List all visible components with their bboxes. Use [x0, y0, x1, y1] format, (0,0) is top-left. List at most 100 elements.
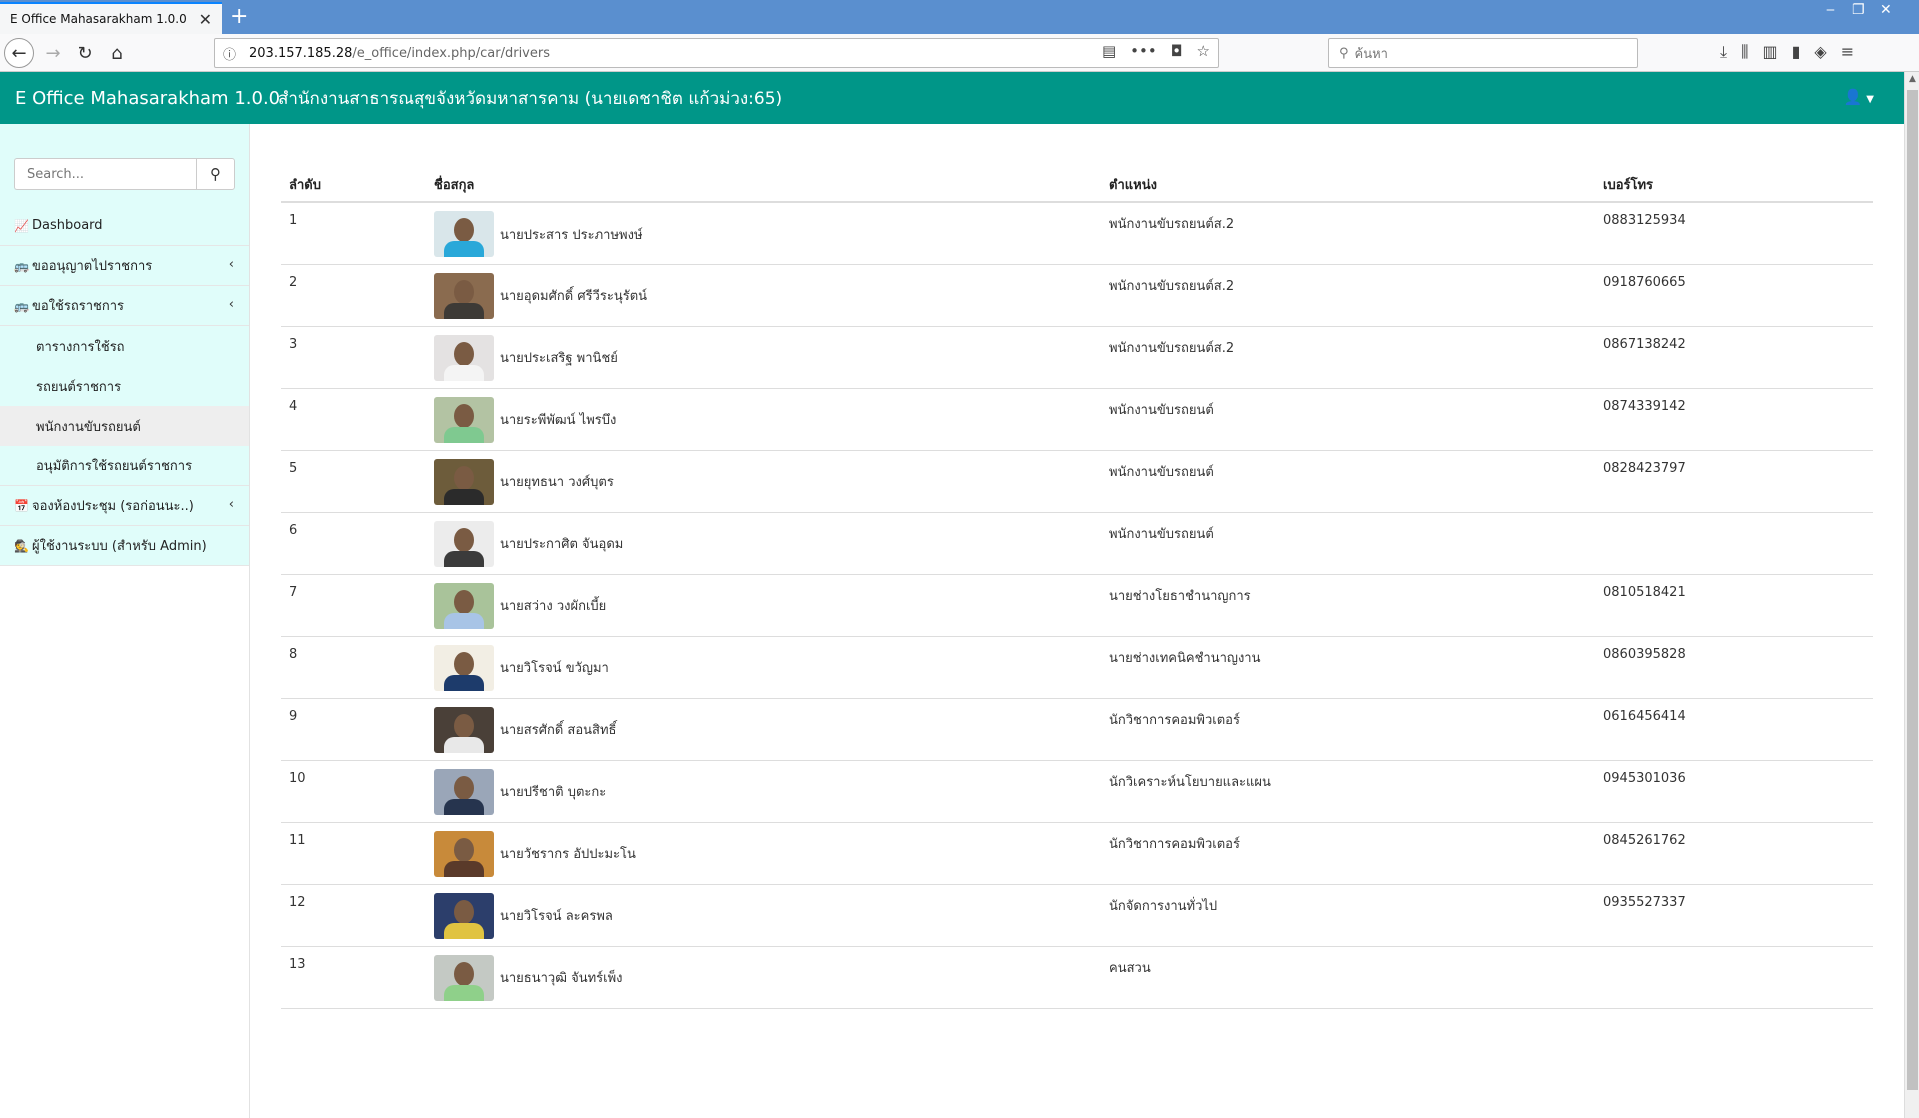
driver-name: นายธนาวุฒิ จันทร์เพ็ง — [500, 971, 623, 986]
minimize-icon[interactable]: ‒ — [1826, 2, 1835, 18]
tab-title: E Office Mahasarakham 1.0.0 — [10, 12, 187, 26]
close-window-icon[interactable]: ✕ — [1880, 2, 1892, 18]
more-actions-icon[interactable]: ••• — [1130, 42, 1157, 60]
calendar-icon: 📅 — [14, 498, 29, 513]
row-name-cell: นายระพีพัฒน์ ไพรบึง — [426, 388, 1101, 451]
close-tab-icon[interactable]: ✕ — [199, 10, 212, 29]
photo-body — [444, 922, 484, 939]
driver-position: นายช่างโยธาชำนาญการ — [1101, 574, 1595, 637]
sidebar-item-car-request[interactable]: 🚌 ขอใช้รถราชการ ‹ — [0, 286, 249, 326]
addon-icon[interactable]: ◈ — [1814, 42, 1826, 62]
row-name-cell: นายปรีชาติ บุตะกะ — [426, 760, 1101, 823]
sidebar-item-admin-users[interactable]: 🕵 ผู้ใช้งานระบบ (สำหรับ Admin) — [0, 526, 249, 566]
chevron-left-icon: ‹ — [228, 497, 234, 512]
sidebar-item-label: ขอใช้รถราชการ — [32, 299, 124, 314]
download-icon[interactable]: ⤓ — [1720, 42, 1727, 62]
row-name-cell: นายประกาศิต จันอุดม — [426, 512, 1101, 575]
driver-position: คนสวน — [1101, 946, 1595, 1009]
table-row: 3 นายประเสริฐ พานิชย์ พนักงานขับรถยนต์ส.2 0… — [281, 326, 1873, 389]
sidebar-search-input[interactable] — [14, 158, 196, 190]
driver-phone: 0616456414 — [1595, 698, 1873, 761]
photo-body — [444, 860, 484, 877]
driver-photo — [434, 334, 494, 381]
search-icon: ⚲ — [1339, 45, 1349, 61]
driver-name: นายระพีพัฒน์ ไพรบึง — [500, 413, 617, 428]
sidebar-item-meeting-room[interactable]: 📅 จองห้องประชุม (รอก่อนนะ..) ‹ — [0, 486, 249, 526]
photo-body — [444, 612, 484, 629]
new-tab-icon[interactable]: + — [230, 4, 248, 30]
table-row: 9 นายสรศักดิ์ สอนสิทธิ์ นักวิชาการคอมพิวเต… — [281, 698, 1873, 761]
brand-title[interactable]: E Office Mahasarakham 1.0.0 — [0, 88, 280, 109]
table-body: 1 นายประสาร ประภาษพงษ์ พนักงานขับรถยนต์ส.2… — [281, 202, 1873, 1009]
header-name: ชื่อสกุล — [426, 169, 1101, 203]
driver-phone — [1595, 512, 1873, 575]
restore-icon[interactable]: ❐ — [1852, 2, 1865, 18]
driver-name: นายวิโรจน์ ละครพล — [500, 909, 613, 924]
driver-name: นายประสาร ประภาษพงษ์ — [500, 227, 643, 243]
extension-icon[interactable]: ▮ — [1792, 42, 1801, 62]
chevron-left-icon: ‹ — [228, 257, 234, 272]
sidebar-item-dashboard[interactable]: 📈 Dashboard — [0, 206, 249, 246]
home-icon[interactable]: ⌂ — [104, 40, 130, 66]
sidebar-subitem-car-approval[interactable]: อนุมัติการใช้รถยนต์ราชการ — [0, 446, 249, 486]
sidebar-search-button[interactable]: ⚲ — [196, 158, 235, 190]
driver-photo — [434, 706, 494, 753]
scroll-thumb[interactable] — [1907, 90, 1918, 1090]
driver-phone: 0867138242 — [1595, 326, 1873, 389]
user-menu-button[interactable]: 👤 ▼ — [1844, 88, 1874, 106]
row-name-cell: นายวิโรจน์ ขวัญมา — [426, 636, 1101, 699]
scroll-up-icon[interactable]: ▲ — [1905, 74, 1919, 89]
back-icon[interactable]: ← — [4, 38, 34, 68]
browser-search-bar[interactable]: ⚲ ค้นหา — [1328, 38, 1638, 68]
drivers-table: ลำดับ ชื่อสกุล ตำแหน่ง เบอร์โทร 1 นายประส… — [281, 169, 1873, 1009]
row-number: 9 — [281, 698, 426, 761]
sidebar-item-travel-request[interactable]: 🚌 ขออนุญาตไปราชการ ‹ — [0, 246, 249, 286]
table-row: 6 นายประกาศิต จันอุดม พนักงานขับรถยนต์ — [281, 512, 1873, 575]
photo-body — [444, 674, 484, 691]
driver-phone: 0935527337 — [1595, 884, 1873, 947]
bus-icon: 🚌 — [14, 258, 29, 273]
table-row: 7 นายสว่าง วงผักเบี้ย นายช่างโยธาชำนาญการ 0… — [281, 574, 1873, 637]
row-number: 2 — [281, 264, 426, 327]
url-path: /e_office/index.php/car/drivers — [352, 45, 550, 61]
forward-icon[interactable]: → — [40, 40, 66, 66]
browser-nav-bar: ← → ↻ ⌂ ⓘ 203.157.185.28/e_office/index.… — [0, 34, 1919, 72]
driver-name: นายสว่าง วงผักเบี้ย — [500, 599, 607, 614]
library-icon[interactable]: ⫼ — [1741, 42, 1748, 62]
driver-photo — [434, 892, 494, 939]
info-icon[interactable]: ⓘ — [223, 44, 241, 63]
photo-head — [454, 899, 474, 924]
driver-photo — [434, 458, 494, 505]
photo-head — [454, 218, 474, 242]
search-icon: ⚲ — [210, 165, 221, 183]
driver-phone: 0874339142 — [1595, 388, 1873, 451]
row-name-cell: นายธนาวุฒิ จันทร์เพ็ง — [426, 946, 1101, 1009]
org-title: สำนักงานสาธารณสุขจังหวัดมหาสารคาม (นายเด… — [278, 88, 783, 109]
url-bar[interactable]: ⓘ 203.157.185.28/e_office/index.php/car/… — [214, 38, 1219, 68]
sidebar-subitem-cars[interactable]: รถยนต์ราชการ — [0, 366, 249, 406]
photo-body — [444, 241, 484, 257]
driver-position: นักวิชาการคอมพิวเตอร์ — [1101, 698, 1595, 761]
page-scrollbar[interactable]: ▲ — [1904, 72, 1919, 1118]
browser-tab[interactable]: E Office Mahasarakham 1.0.0 ✕ — [0, 2, 222, 34]
reader-view-icon[interactable]: ▤ — [1102, 42, 1116, 60]
bus-icon: 🚌 — [14, 298, 29, 313]
driver-position: นักวิเคราะห์นโยบายและแผน — [1101, 760, 1595, 823]
pocket-icon[interactable]: ◘ — [1171, 42, 1183, 60]
driver-position: พนักงานขับรถยนต์ — [1101, 388, 1595, 451]
sidebar-subitem-car-schedule[interactable]: ตารางการใช้รถ — [0, 326, 249, 366]
row-name-cell: นายประสาร ประภาษพงษ์ — [426, 202, 1101, 265]
table-row: 5 นายยุทธนา วงศ์บุตร พนักงานขับรถยนต์ 08284… — [281, 450, 1873, 513]
sidebar-toggle-icon[interactable]: ▥ — [1762, 42, 1777, 62]
row-number: 12 — [281, 884, 426, 947]
sidebar-subitem-drivers[interactable]: พนักงานขับรถยนต์ — [0, 406, 249, 446]
menu-icon[interactable]: ≡ — [1841, 42, 1854, 62]
photo-body — [444, 550, 484, 567]
row-number: 5 — [281, 450, 426, 513]
photo-body — [444, 798, 484, 815]
reload-icon[interactable]: ↻ — [72, 40, 98, 66]
app-header: E Office Mahasarakham 1.0.0 สำนักงานสาธา… — [0, 72, 1904, 124]
bookmark-star-icon[interactable]: ☆ — [1197, 42, 1210, 60]
driver-photo — [434, 644, 494, 691]
photo-head — [454, 403, 474, 428]
